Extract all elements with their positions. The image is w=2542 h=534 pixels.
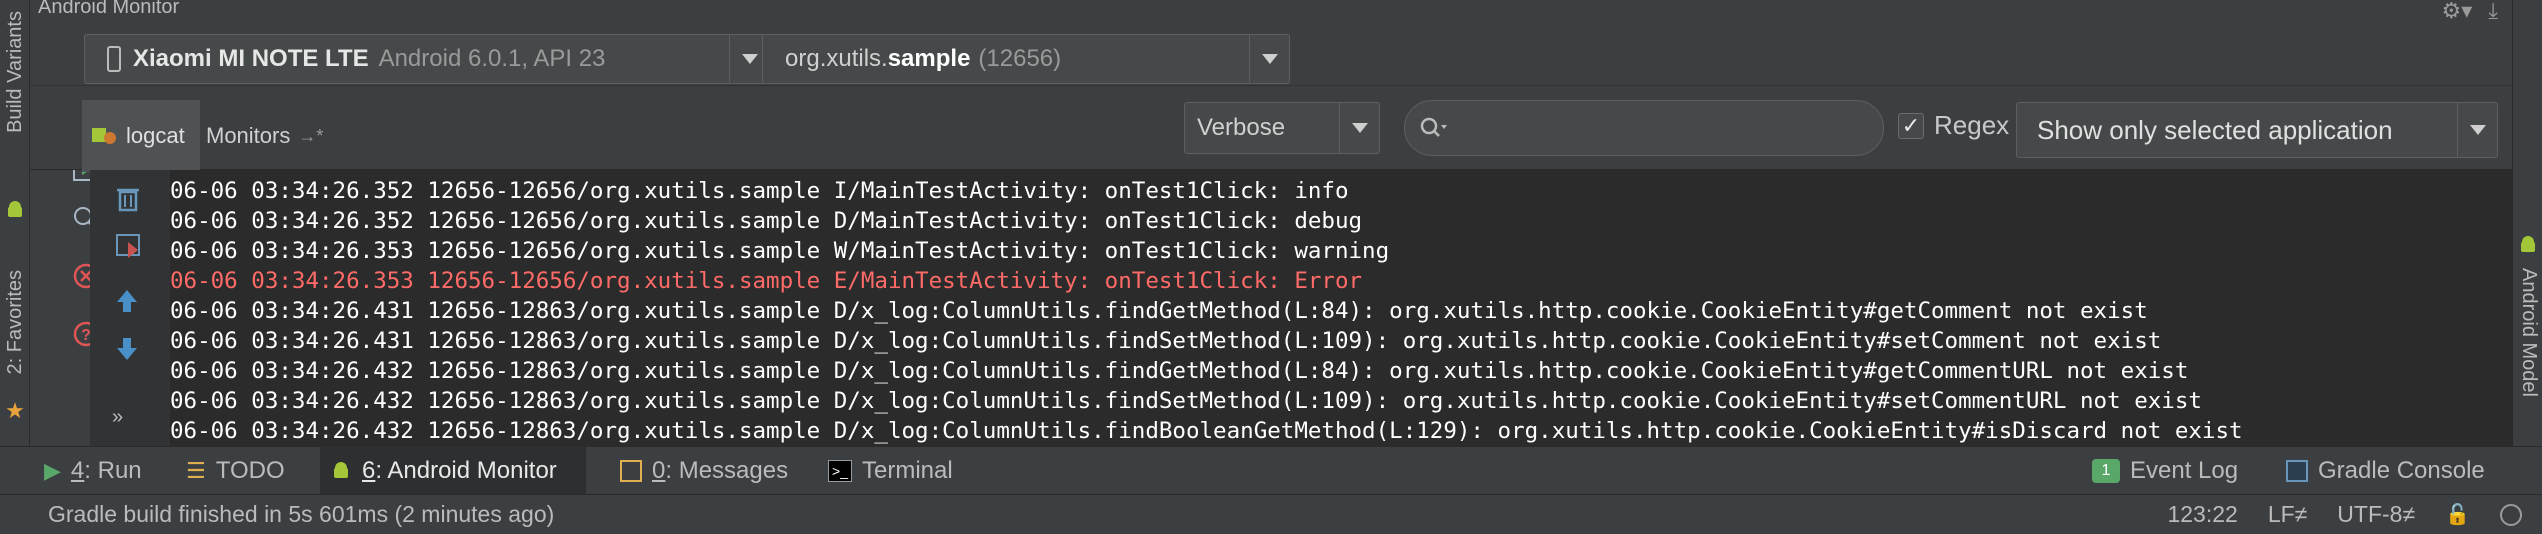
regex-checkbox[interactable]: ✓ (1898, 112, 1924, 139)
tab-monitors-label: Monitors (206, 123, 291, 148)
device-selector-row: Xiaomi MI NOTE LTE Android 6.0.1, API 23… (30, 22, 2512, 86)
inspector-icon[interactable] (2500, 503, 2522, 526)
android-icon (2517, 234, 2539, 261)
log-line: 06-06 03:34:26.431 12656-12863/org.xutil… (170, 298, 2148, 324)
logcat-search[interactable] (1404, 100, 1884, 156)
tab-monitors[interactable]: Monitors →* (206, 100, 323, 172)
log-level-dropdown[interactable]: Verbose (1184, 102, 1380, 154)
messages-icon (620, 460, 642, 482)
log-line: 06-06 03:34:26.432 12656-12863/org.xutil… (170, 388, 2202, 414)
search-icon (1420, 117, 1447, 137)
tab-android-monitor[interactable]: 6: Android Monitor (320, 447, 586, 495)
restore-layout-icon[interactable]: →* (298, 126, 323, 147)
more-icon[interactable]: » (112, 406, 123, 429)
left-tool-strip: Build Variants 2: Favorites ★ (0, 0, 30, 524)
line-separator[interactable]: LF≠ (2268, 501, 2307, 528)
terminal-icon: >_ (828, 460, 852, 482)
tab-event-log[interactable]: 1 Event Log (2082, 447, 2248, 495)
tab-logcat[interactable]: logcat (82, 100, 200, 172)
caret-position[interactable]: 123:22 (2167, 501, 2237, 528)
hide-icon[interactable]: ⤓ (2488, 0, 2498, 24)
tab-terminal[interactable]: >_ Terminal (818, 447, 963, 495)
restart-icon[interactable] (114, 232, 144, 265)
regex-toggle[interactable]: ✓ Regex (1898, 110, 2009, 141)
tab-todo[interactable]: ☰ TODO (176, 447, 295, 495)
tab-logcat-label: logcat (126, 123, 185, 148)
build-variants-tab[interactable]: Build Variants (0, 11, 30, 133)
log-line: 06-06 03:34:26.352 12656-12656/org.xutil… (170, 208, 1363, 234)
log-line: 06-06 03:34:26.353 12656-12656/org.xutil… (170, 238, 1390, 264)
app-package-bold: sample (887, 45, 971, 72)
app-pid: (12656) (978, 45, 1062, 72)
gradle-console-icon (2286, 460, 2308, 482)
app-process-dropdown[interactable]: org.xutils. sample (12656) (762, 34, 1290, 84)
log-line: 06-06 03:34:26.431 12656-12863/org.xutil… (170, 328, 2162, 354)
device-name: Xiaomi MI NOTE LTE (133, 45, 369, 72)
log-line: 06-06 03:34:26.352 12656-12656/org.xutil… (170, 178, 1349, 204)
trash-icon[interactable] (114, 184, 142, 217)
bottom-tool-bar: ▶ 4: Run ☰ TODO 6: Android Monitor 0: Me… (0, 446, 2542, 495)
android-icon (0, 196, 30, 224)
gear-icon[interactable]: ⚙▾ (2442, 0, 2473, 24)
logcat-gutter: » (90, 170, 170, 446)
logcat-toolbar: logcat Monitors →* Verbose ✓ Regex Show … (30, 86, 2512, 172)
log-line: 06-06 03:34:26.432 12656-12863/org.xutil… (170, 358, 2189, 384)
log-level-value: Verbose (1197, 114, 1286, 141)
android-model-tab[interactable]: Android Model (2517, 268, 2540, 397)
device-os: Android 6.0.1, API 23 (378, 45, 606, 72)
log-line: 06-06 03:34:26.432 12656-12863/org.xutil… (170, 418, 2243, 444)
logcat-output[interactable]: » 06-06 03:34:26.352 12656-12656/org.xut… (90, 170, 2512, 446)
lock-icon[interactable]: 🔓 (2445, 502, 2470, 527)
chevron-down-icon[interactable] (1249, 35, 1289, 83)
search-input[interactable] (1459, 115, 1839, 141)
app-filter-value: Show only selected application (2037, 114, 2393, 145)
chevron-down-icon[interactable] (2457, 103, 2497, 157)
app-package-prefix: org.xutils. (785, 45, 888, 72)
right-tool-strip: Android Model (2512, 0, 2542, 494)
tool-window-header: Android Monitor ⚙▾ ⤓ (30, 0, 2512, 24)
tab-run[interactable]: ▶ 4: Run (34, 447, 152, 495)
arrow-down-icon[interactable] (116, 336, 138, 367)
star-icon: ★ (5, 398, 25, 423)
file-encoding[interactable]: UTF-8≠ (2337, 501, 2415, 528)
tool-window-title: Android Monitor (38, 0, 180, 18)
app-filter-dropdown[interactable]: Show only selected application (2016, 102, 2498, 158)
logcat-icon (92, 128, 116, 144)
todo-icon: ☰ (186, 458, 206, 483)
run-icon: ▶ (44, 458, 61, 483)
tab-messages[interactable]: 0: Messages (610, 447, 798, 495)
android-icon (334, 462, 348, 478)
tab-gradle-console[interactable]: Gradle Console (2276, 447, 2495, 495)
device-dropdown[interactable]: Xiaomi MI NOTE LTE Android 6.0.1, API 23 (84, 34, 770, 84)
event-log-icon: 1 (2092, 459, 2120, 483)
favorites-tab[interactable]: 2: Favorites (0, 262, 30, 382)
log-line: 06-06 03:34:26.353 12656-12656/org.xutil… (170, 268, 1363, 294)
regex-label: Regex (1934, 110, 2010, 140)
arrow-up-icon[interactable] (116, 288, 138, 319)
phone-icon (107, 46, 121, 72)
status-message[interactable]: Gradle build finished in 5s 601ms (2 min… (48, 501, 554, 528)
status-bar: Gradle build finished in 5s 601ms (2 min… (0, 494, 2542, 534)
chevron-down-icon[interactable] (1339, 103, 1379, 153)
